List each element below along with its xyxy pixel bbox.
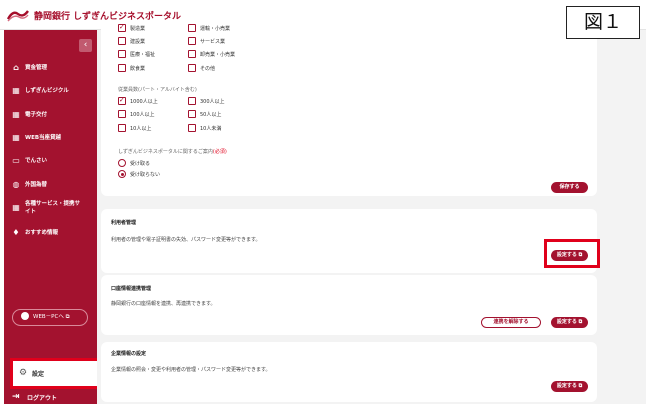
checkbox-box xyxy=(188,124,196,132)
sidebar-item-label: 外国為替 xyxy=(25,182,48,188)
highlight-box xyxy=(544,239,600,268)
checkbox-box xyxy=(188,37,196,45)
grid-icon: ▦ xyxy=(12,86,20,95)
web-pc-button[interactable]: WEB－PCへ ⧉ xyxy=(12,309,88,326)
sidebar-collapse-button[interactable]: ‹ xyxy=(79,39,92,52)
grid-icon: ▦ xyxy=(12,203,20,212)
checkbox-label: 10人以上 xyxy=(130,126,152,132)
account-link-card: 口座情報連携管理 静岡銀行の口座情報を連携、再連携できます。 連携を解除する 設… xyxy=(101,275,597,335)
pin-icon: ♦ xyxy=(12,228,20,237)
checkbox-label: サービス業 xyxy=(200,39,226,45)
checkbox-box xyxy=(188,24,196,32)
grid-icon: ▦ xyxy=(12,133,20,142)
checkbox-label: 100人以上 xyxy=(130,112,155,118)
sidebar-item-label: 電子交付 xyxy=(25,112,48,118)
logout-icon: ⇥ xyxy=(12,392,20,402)
sidebar-item-funds[interactable]: ⌂ 資金管理 xyxy=(4,59,97,77)
sidebar-item-label: 資金管理 xyxy=(25,65,48,71)
checkbox-box xyxy=(188,50,196,58)
sidebar-item-web-overdraft[interactable]: ▦ WEB当座貸越 xyxy=(4,129,97,147)
grid-icon: ▦ xyxy=(12,110,20,119)
guide-label: しずぎんビジネスポータルに関するご案内(必須) xyxy=(118,148,227,155)
radio-label: 受け取る xyxy=(130,161,151,167)
sidebar-item-label: しずぎんビジクル xyxy=(25,88,69,94)
card-title: 企業情報の設定 xyxy=(111,351,147,357)
checkbox-label: 1000人以上 xyxy=(130,99,158,105)
checkbox-label: 50人以上 xyxy=(200,112,222,118)
checkbox-box xyxy=(118,124,126,132)
checkbox-box xyxy=(188,97,196,105)
checkbox-label: 卸売業・小売業 xyxy=(200,52,236,58)
required-mark: (必須) xyxy=(212,149,227,155)
user-management-card: 利用者管理 利用者の管理や電子証明書の失効、パスワード変更等ができます。 設定す… xyxy=(101,209,597,273)
profile-form-card: 製造業 運輸・小売業 建設業 サービス業 医療・福祉 卸売業・小売業 飲食業 そ… xyxy=(101,23,597,196)
globe-icon: ◍ xyxy=(12,180,20,189)
unlink-button[interactable]: 連携を解除する xyxy=(481,317,541,328)
home-icon: ⌂ xyxy=(13,63,19,72)
checkbox-box xyxy=(118,64,126,72)
checkbox-box xyxy=(118,96,126,105)
checkbox-label: 運輸・小売業 xyxy=(200,26,231,32)
sidebar-item-densai[interactable]: ▭ でんさい xyxy=(4,152,97,170)
checkbox-label: 飲食業 xyxy=(130,66,146,72)
checkbox-label: 10人未満 xyxy=(200,126,222,132)
settings-label: 設定 xyxy=(32,371,45,378)
guide-label-text: しずぎんビジネスポータルに関するご案内 xyxy=(118,149,213,155)
radio-circle xyxy=(118,159,126,167)
card-description: 利用者の管理や電子証明書の失効、パスワード変更等ができます。 xyxy=(111,237,261,243)
monitor-icon: ▭ xyxy=(12,156,20,165)
company-info-card: 企業情報の設定 企業情報の照会・変更や利用者の管理・パスワード変更等ができます。… xyxy=(101,342,597,402)
card-title: 口座情報連携管理 xyxy=(111,286,152,292)
logout-button[interactable]: ⇥ ログアウト xyxy=(4,392,97,404)
sidebar-item-services[interactable]: ▦ 各種サービス・提携サイト xyxy=(4,199,97,219)
account-link-settings-button[interactable]: 設定する ⧉ xyxy=(551,317,588,328)
sidebar-item-e-delivery[interactable]: ▦ 電子交付 xyxy=(4,106,97,124)
sidebar: ‹ ⌂ 資金管理 ▦ しずぎんビジクル ▦ 電子交付 ▦ WEB当座貸越 ▭ で… xyxy=(4,30,97,404)
checkbox-label: 300人以上 xyxy=(200,99,225,105)
app-window: 静岡銀行 しずぎんビジネスポータル 図１ ‹ ⌂ 資金管理 ▦ しずぎんビジクル… xyxy=(0,0,646,404)
sidebar-item-recommended[interactable]: ♦ おすすめ情報 xyxy=(4,224,97,242)
web-pc-icon xyxy=(21,312,29,320)
checkbox-box xyxy=(118,50,126,58)
checkbox-box xyxy=(118,23,126,32)
sidebar-item-label: おすすめ情報 xyxy=(25,230,59,236)
checkbox-label: 医療・福祉 xyxy=(130,52,156,58)
sidebar-item-label: でんさい xyxy=(25,158,48,164)
checkbox-label: その他 xyxy=(200,66,216,72)
card-title: 利用者管理 xyxy=(111,220,137,226)
checkbox-label: 製造業 xyxy=(130,26,146,32)
bank-logo-icon xyxy=(7,10,29,22)
sidebar-item-settings[interactable]: ⚙ 設定 xyxy=(10,358,107,389)
checkbox-box xyxy=(188,110,196,118)
sidebar-item-forex[interactable]: ◍ 外国為替 xyxy=(4,176,97,194)
main-content: 製造業 運輸・小売業 建設業 サービス業 医療・福祉 卸売業・小売業 飲食業 そ… xyxy=(97,23,646,404)
checkbox-label: 建設業 xyxy=(130,39,146,45)
checkbox-box xyxy=(188,64,196,72)
web-pc-label: WEB－PCへ xyxy=(33,314,64,320)
card-description: 静岡銀行の口座情報を連携、再連携できます。 xyxy=(111,301,216,307)
checkbox-box xyxy=(118,110,126,118)
radio-circle xyxy=(118,170,126,178)
save-button[interactable]: 保存する xyxy=(551,182,588,193)
sidebar-item-label: 各種サービス・提携サイト xyxy=(25,201,81,215)
company-info-settings-button[interactable]: 設定する ⧉ xyxy=(551,381,588,392)
sidebar-item-label: WEB当座貸越 xyxy=(25,135,62,141)
logout-label: ログアウト xyxy=(27,395,58,402)
radio-label: 受け取らない xyxy=(130,172,161,178)
card-description: 企業情報の照会・変更や利用者の管理・パスワード変更等ができます。 xyxy=(111,367,271,373)
gear-icon: ⚙ xyxy=(19,368,28,378)
portal-title: 静岡銀行 しずぎんビジネスポータル xyxy=(34,12,181,22)
sidebar-item-bizcle[interactable]: ▦ しずぎんビジクル xyxy=(4,82,97,100)
checkbox-box xyxy=(118,37,126,45)
figure-label: 図１ xyxy=(566,6,640,39)
employees-label: 従業員数(パート・アルバイト含む) xyxy=(118,87,197,93)
